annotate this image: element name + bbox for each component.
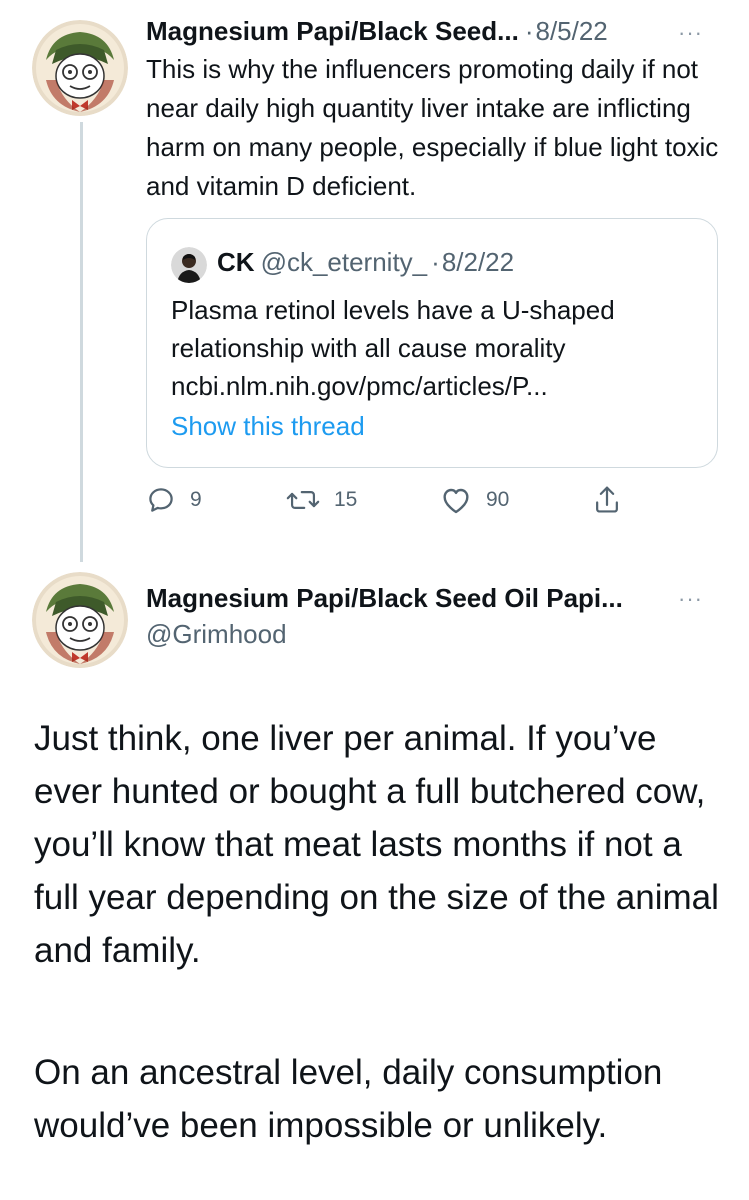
more-options-icon[interactable]: ···: [678, 586, 703, 612]
author-handle[interactable]: @Grimhood: [146, 619, 287, 650]
separator-dot: ·: [431, 247, 440, 277]
quoted-tweet-link[interactable]: ncbi.nlm.nih.gov/pmc/articles/P...: [171, 367, 701, 405]
retweet-count: 15: [334, 488, 358, 511]
share-icon: [596, 486, 618, 513]
quoted-tweet-header: CK @ck_eternity_ ·8/2/22: [217, 247, 514, 278]
quoted-avatar: [171, 247, 207, 283]
cartoon-avatar-icon: [32, 20, 128, 116]
quoted-text-line: relationship with all cause morality: [171, 333, 566, 363]
author-name[interactable]: Magnesium Papi/Black Seed...: [146, 16, 519, 46]
separator-dot: ·: [524, 16, 534, 46]
tweet-date[interactable]: 8/5/22: [535, 16, 607, 46]
retweet-button[interactable]: 15: [286, 482, 357, 518]
share-button[interactable]: [592, 482, 622, 518]
thread-connector-line: [80, 122, 83, 562]
retweet-icon: [286, 491, 320, 509]
avatar[interactable]: [32, 20, 128, 116]
tweet-actions-bar: 9 15 90: [146, 482, 626, 522]
quoted-tweet-card[interactable]: CK @ck_eternity_ ·8/2/22 Plasma retinol le…: [146, 218, 718, 468]
quoted-tweet-text: Plasma retinol levels have a U-shaped re…: [171, 291, 701, 405]
avatar[interactable]: [32, 572, 128, 668]
main-tweet-paragraph: Just think, one liver per animal. If you…: [34, 719, 719, 970]
more-options-icon[interactable]: ···: [678, 20, 703, 46]
person-avatar-icon: [171, 247, 207, 283]
tweet-text: This is why the influencers promoting da…: [146, 54, 719, 201]
show-thread-link[interactable]: Show this thread: [171, 411, 365, 442]
cartoon-avatar-icon: [32, 572, 128, 668]
main-tweet-paragraph: On an ancestral level, daily consumption…: [34, 1053, 663, 1145]
like-count: 90: [486, 488, 510, 511]
quoted-author-name: CK: [217, 247, 255, 277]
heart-icon: [443, 488, 469, 514]
quoted-author-handle: @ck_eternity_: [260, 247, 428, 277]
reply-button[interactable]: 9: [146, 482, 202, 518]
like-button[interactable]: 90: [440, 482, 509, 518]
quoted-tweet-date: 8/2/22: [441, 247, 515, 277]
reply-icon: [149, 488, 173, 512]
quoted-text-line: Plasma retinol levels have a U-shaped: [171, 295, 615, 325]
reply-count: 9: [190, 488, 202, 511]
author-name[interactable]: Magnesium Papi/Black Seed Oil Papi...: [146, 583, 623, 614]
